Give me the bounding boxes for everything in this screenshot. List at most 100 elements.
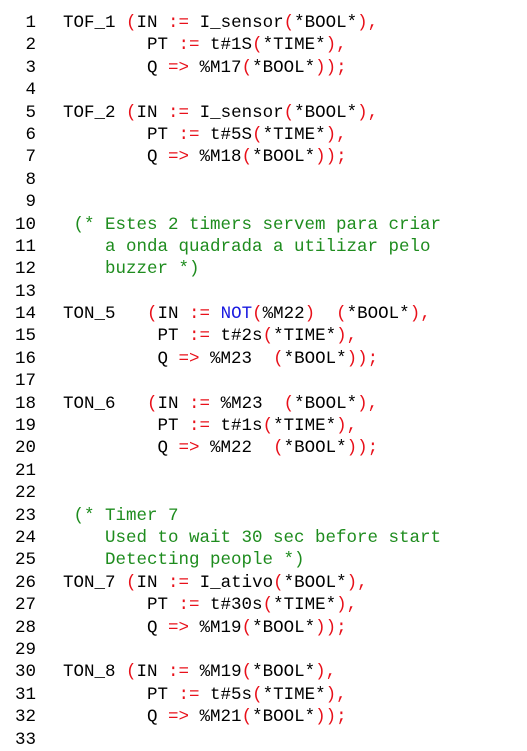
code-token: *BOOL* [294,13,358,33]
operator-token: ( [126,572,137,593]
code-line[interactable]: 24 Used to wait 30 sec before start [0,527,527,549]
code-line[interactable]: 7 Q => %M18(*BOOL*)); [0,146,527,168]
operator-token: := [178,595,200,616]
code-line[interactable]: 2 PT := t#1S(*TIME*), [0,34,527,56]
operator-token: := [178,124,200,145]
operator-token: ( [126,662,137,683]
line-code[interactable]: Q => %M23 (*BOOL*)); [63,348,379,370]
line-code[interactable]: TON_6 (IN := %M23 (*BOOL*), [63,393,378,415]
code-line[interactable]: 20 Q => %M22 (*BOOL*)); [0,437,527,459]
code-token: *TIME* [262,124,326,145]
code-token: t#5S [199,124,253,145]
code-token: %M21 [189,707,242,728]
line-code[interactable]: Q => %M21(*BOOL*)); [63,706,347,728]
code-line[interactable]: 22 [0,482,527,504]
operator-token: ( [241,617,253,638]
code-editor[interactable]: 1 TOF_1 (IN := I_sensor(*BOOL*), 2 PT := t… [0,0,527,750]
code-token: PT [63,35,179,56]
line-code[interactable]: Detecting people *) [63,549,305,571]
line-code[interactable]: TOF_2 (IN := I_sensor(*BOOL*), [63,102,378,124]
operator-token: ( [283,13,295,33]
code-line[interactable]: 4 [0,79,527,101]
code-line[interactable]: 29 [0,639,527,661]
operator-token: ( [147,393,158,414]
operator-token: ( [273,572,284,593]
line-code[interactable]: PT := t#1s(*TIME*), [63,415,358,437]
code-token: *BOOL* [283,572,347,593]
operator-token: := [189,393,211,414]
code-token: I_sensor [189,102,284,123]
code-line[interactable]: 14 TON_5 (IN := NOT(%M22) (*BOOL*), [0,303,527,325]
code-line[interactable]: 26 TON_7 (IN := I_ativo(*BOOL*), [0,572,527,594]
code-token: Q [63,707,169,728]
code-line[interactable]: 1 TOF_1 (IN := I_sensor(*BOOL*), [0,12,527,34]
code-line[interactable]: 13 [0,281,527,303]
code-token: %M23 [210,393,284,414]
code-token: *TIME* [262,35,326,56]
line-code[interactable]: (* Estes 2 timers servem para criar [63,214,442,236]
code-token: t#1s [210,416,263,437]
code-line[interactable]: 19 PT := t#1s(*TIME*), [0,415,527,437]
code-line[interactable]: 28 Q => %M19(*BOOL*)); [0,617,527,639]
operator-token: => [168,147,190,168]
code-line[interactable]: 17 [0,370,527,392]
line-number: 9 [25,192,36,213]
line-number: 22 [14,483,36,504]
code-line[interactable]: 32 Q => %M21(*BOOL*)); [0,706,527,728]
operator-token: ), [409,304,431,325]
code-line[interactable]: 18 TON_6 (IN := %M23 (*BOOL*), [0,393,527,415]
operator-token: )); [315,617,347,638]
comment-token: Detecting people *) [63,550,305,571]
line-number: 16 [14,348,36,369]
line-code[interactable]: TON_8 (IN := %M19(*BOOL*), [63,661,336,683]
code-line[interactable]: 16 Q => %M23 (*BOOL*)); [0,348,527,370]
line-code[interactable]: buzzer *) [63,258,200,280]
code-token: *BOOL* [346,304,410,325]
code-line[interactable]: 15 PT := t#2s(*TIME*), [0,325,527,347]
code-line[interactable]: 12 buzzer *) [0,258,527,280]
operator-token: => [168,617,190,638]
operator-token: ( [283,102,295,123]
code-line[interactable]: 11 a onda quadrada a utilizar pelo [0,236,527,258]
line-number: 25 [14,550,36,571]
code-line[interactable]: 30 TON_8 (IN := %M19(*BOOL*), [0,661,527,683]
line-code[interactable]: TON_7 (IN := I_ativo(*BOOL*), [63,572,368,594]
line-code[interactable]: Used to wait 30 sec before start [63,527,441,549]
line-code[interactable]: PT := t#5s(*TIME*), [63,684,347,706]
code-line[interactable]: 3 Q => %M17(*BOOL*)); [0,57,527,79]
code-line[interactable]: 27 PT := t#30s(*TIME*), [0,594,527,616]
line-code[interactable]: PT := t#5S(*TIME*), [63,124,347,146]
code-line[interactable]: 31 PT := t#5s(*TIME*), [0,684,527,706]
line-code[interactable]: TOF_1 (IN := I_sensor(*BOOL*), [63,12,378,34]
line-code[interactable]: PT := t#1S(*TIME*), [63,34,347,56]
code-line[interactable]: 6 PT := t#5S(*TIME*), [0,124,527,146]
code-token: %M18 [189,147,242,168]
code-line[interactable]: 9 [0,191,527,213]
line-code[interactable]: Q => %M18(*BOOL*)); [63,146,347,168]
code-line[interactable]: 23 (* Timer 7 [0,505,527,527]
code-line[interactable]: 10 (* Estes 2 timers servem para criar [0,214,527,236]
code-line[interactable]: 8 [0,169,527,191]
code-token: *BOOL* [252,617,316,638]
code-line[interactable]: 5 TOF_2 (IN := I_sensor(*BOOL*), [0,102,527,124]
line-code[interactable]: (* Timer 7 [63,505,179,527]
operator-token: ( [252,124,263,145]
line-code[interactable]: PT := t#2s(*TIME*), [63,325,358,347]
line-code[interactable]: TON_5 (IN := NOT(%M22) (*BOOL*), [63,303,431,325]
code-token: %M19 [189,662,242,683]
code-token: TOF_1 [63,13,127,33]
line-code[interactable]: Q => %M17(*BOOL*)); [63,57,347,79]
line-code[interactable]: PT := t#30s(*TIME*), [63,594,357,616]
code-line[interactable]: 21 [0,460,527,482]
comment-token: buzzer *) [63,259,200,280]
operator-token: := [178,35,200,56]
line-code[interactable]: a onda quadrada a utilizar pelo [63,236,431,258]
operator-token: ), [336,595,358,616]
operator-token: ), [346,572,368,593]
line-code[interactable]: Q => %M19(*BOOL*)); [63,617,347,639]
operator-token: => [178,438,200,459]
line-code[interactable]: Q => %M22 (*BOOL*)); [63,437,379,459]
code-line[interactable]: 25 Detecting people *) [0,549,527,571]
operator-token: ( [252,684,263,705]
